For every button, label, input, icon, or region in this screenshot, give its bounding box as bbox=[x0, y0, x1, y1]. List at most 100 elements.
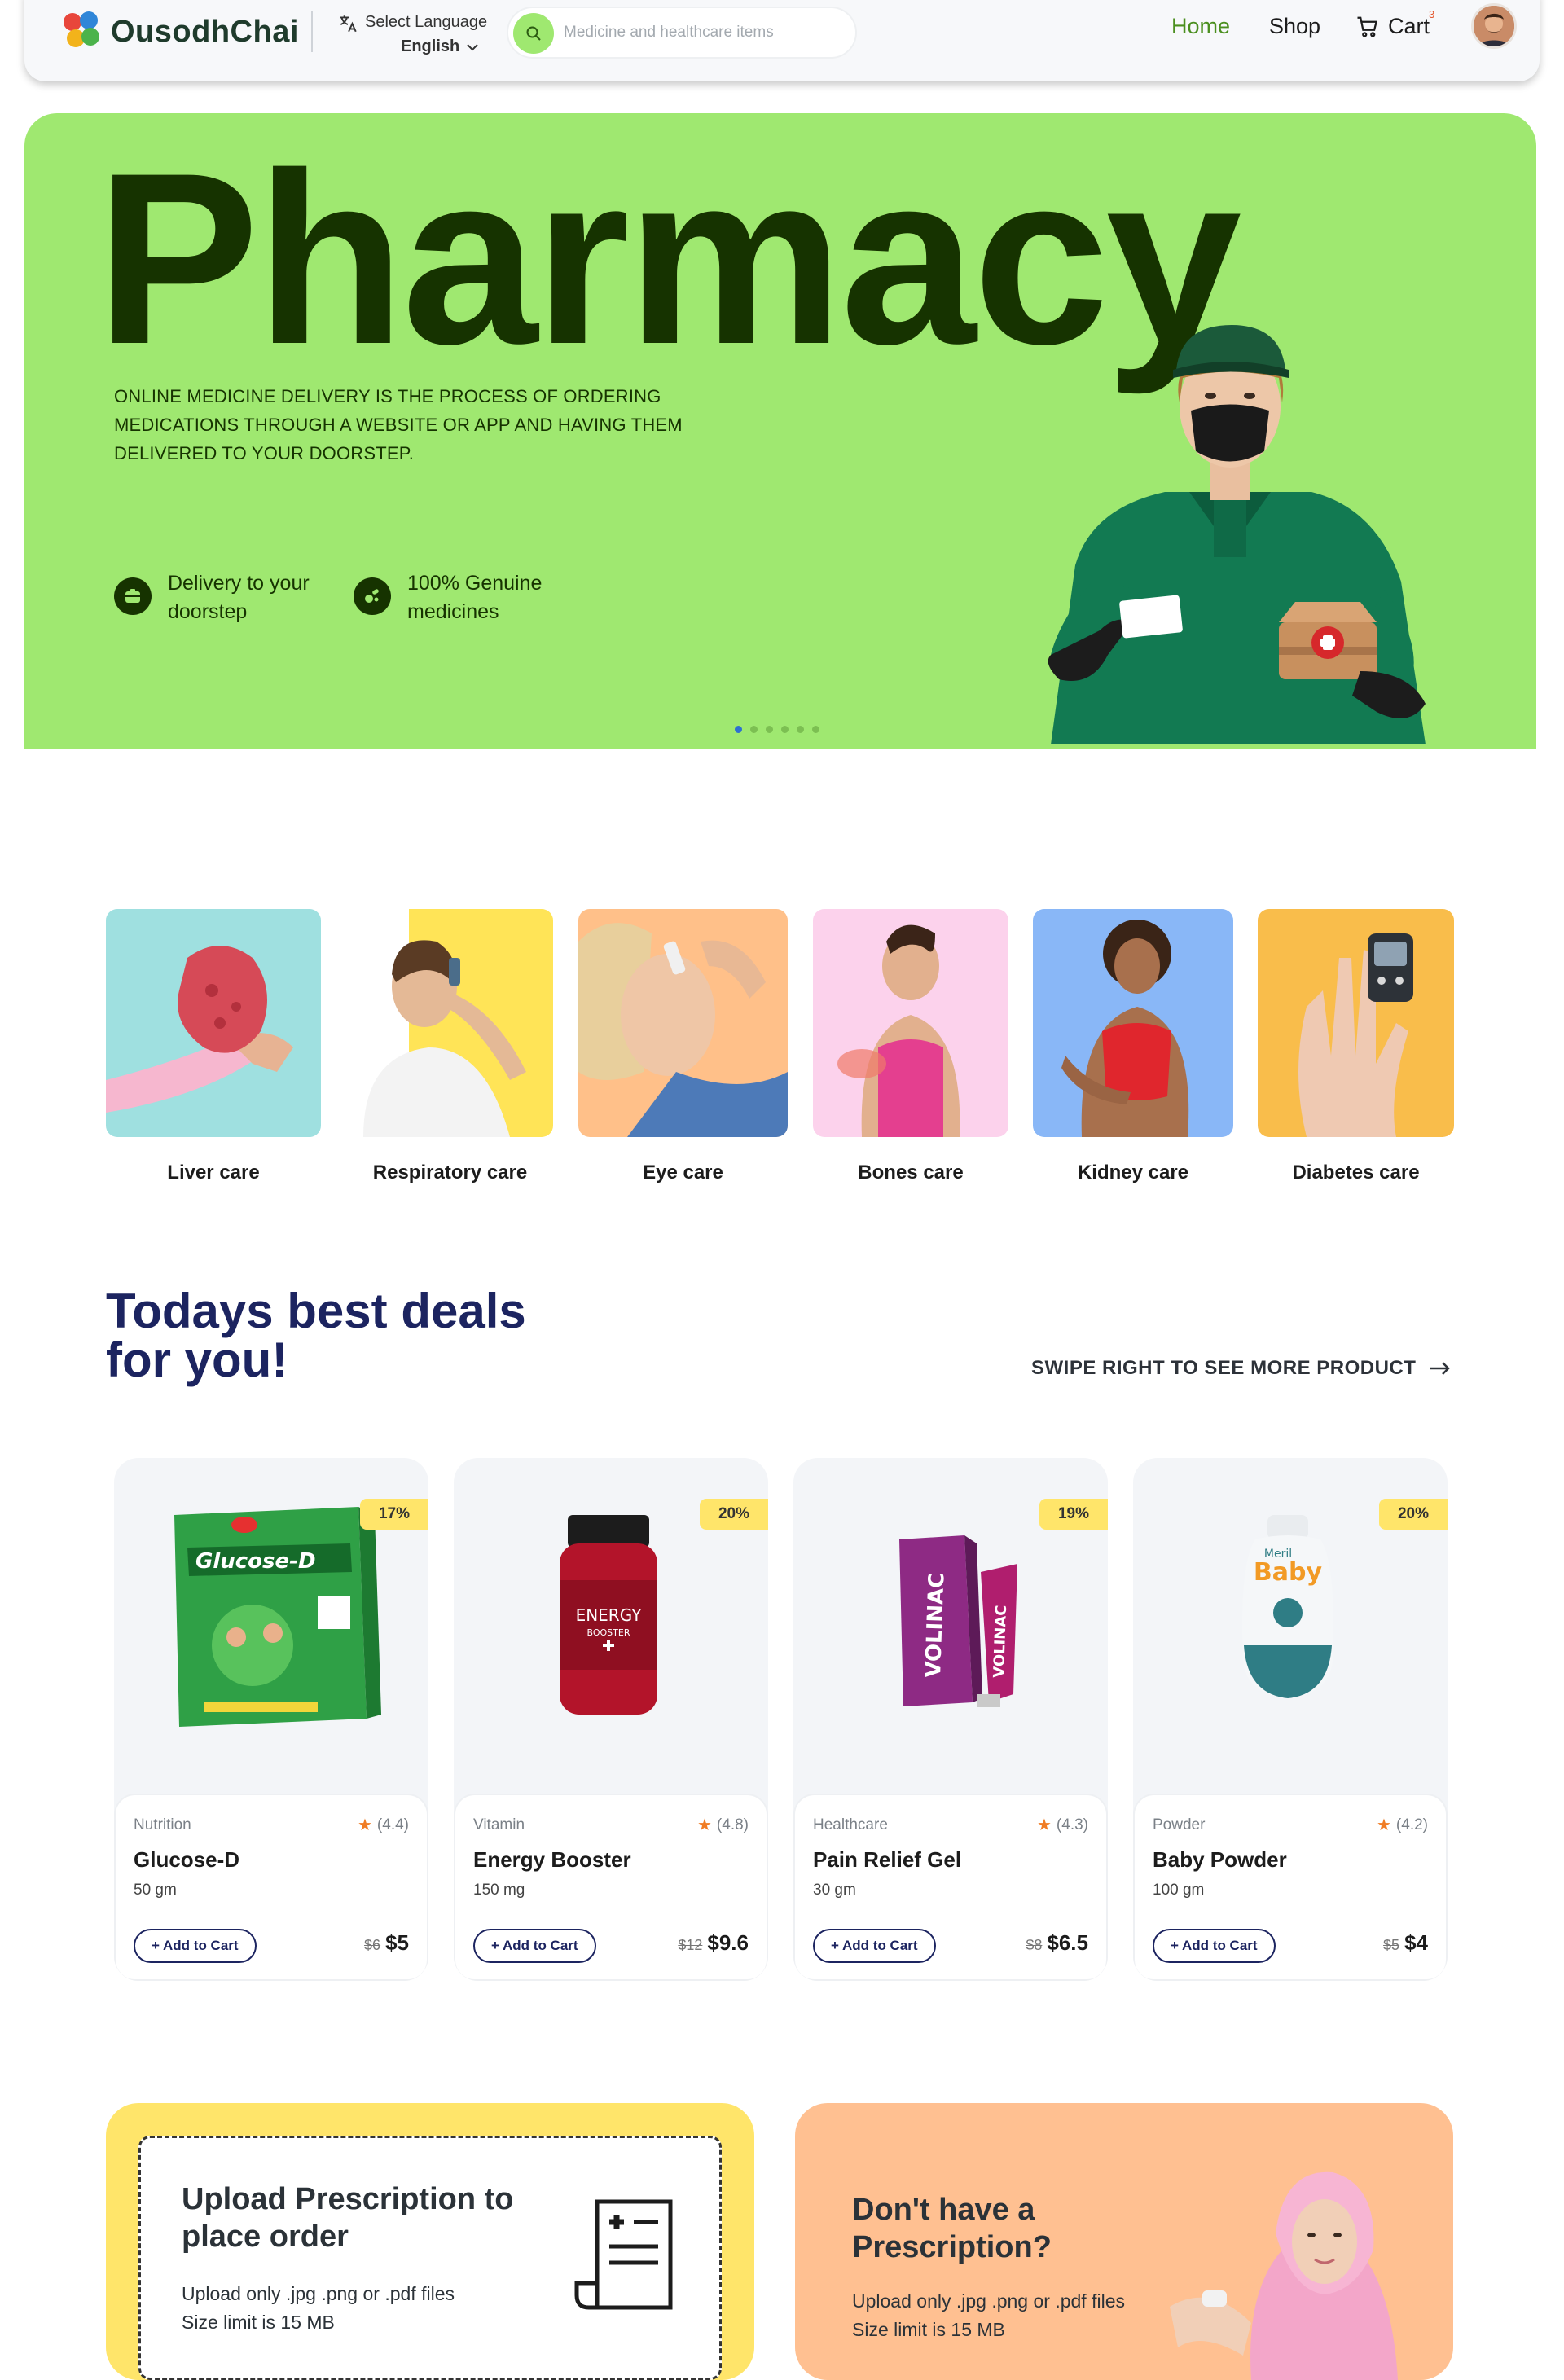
carousel-dot[interactable] bbox=[781, 726, 789, 733]
pills-icon bbox=[354, 577, 391, 615]
svg-text:Baby: Baby bbox=[1254, 1558, 1323, 1587]
category-kidney-care[interactable]: Kidney care bbox=[1033, 909, 1233, 1184]
product-rating: ★ (4.3) bbox=[1037, 1815, 1088, 1835]
star-icon: ★ bbox=[696, 1816, 712, 1834]
swipe-hint[interactable]: SWIPE RIGHT TO SEE MORE PRODUCT bbox=[1031, 1357, 1452, 1380]
carousel-dot[interactable] bbox=[750, 726, 758, 733]
cart-label: Cart bbox=[1388, 14, 1430, 38]
rating-value: (4.3) bbox=[1056, 1816, 1088, 1833]
chevron-down-icon bbox=[467, 44, 478, 51]
carousel-dot[interactable] bbox=[797, 726, 804, 733]
liver-model-icon bbox=[106, 946, 293, 1113]
new-price: $6.5 bbox=[1047, 1930, 1088, 1955]
avatar-portrait-icon bbox=[1474, 6, 1514, 46]
product-price: $6 $5 bbox=[364, 1930, 409, 1956]
upload-desc-formats: Upload only .jpg .png or .pdf files bbox=[182, 2283, 455, 2304]
user-avatar[interactable] bbox=[1471, 3, 1517, 49]
nav-shop[interactable]: Shop bbox=[1269, 14, 1320, 39]
svg-text:Glucose-D: Glucose-D bbox=[196, 1549, 316, 1574]
nav-cart[interactable]: Cart bbox=[1355, 14, 1430, 39]
no-prescription-desc-size: Size limit is 15 MB bbox=[852, 2319, 1005, 2340]
rating-value: (4.8) bbox=[716, 1816, 749, 1833]
delivery-icon bbox=[114, 577, 152, 615]
arrow-right-icon bbox=[1430, 1362, 1451, 1375]
hero-banner: Pharmacy ONLINE MEDICINE DELIVERY IS THE… bbox=[24, 113, 1536, 749]
product-price: $5 $4 bbox=[1383, 1930, 1428, 1956]
add-to-cart-button[interactable]: + Add to Cart bbox=[1153, 1929, 1276, 1963]
upload-title: Upload Prescription to place order bbox=[182, 2182, 514, 2254]
svg-text:VOLINAC: VOLINAC bbox=[921, 1572, 949, 1678]
brand-logo[interactable]: OusodhChai bbox=[64, 11, 299, 52]
category-label: Kidney care bbox=[1077, 1161, 1189, 1183]
product-card[interactable]: ENERGY BOOSTER 20% Vitamin ★ (4.8) Energy… bbox=[454, 1458, 768, 1981]
delivery-person-illustration bbox=[1048, 325, 1426, 744]
bones-person-icon bbox=[837, 924, 960, 1137]
product-category: Vitamin bbox=[473, 1816, 525, 1833]
feature-genuine: 100% Genuine medicines bbox=[354, 569, 570, 626]
category-image bbox=[1033, 909, 1233, 1137]
no-prescription-desc-formats: Upload only .jpg .png or .pdf files bbox=[852, 2290, 1125, 2312]
language-selector[interactable]: Select Language English bbox=[337, 8, 525, 57]
product-name: Pain Relief Gel bbox=[813, 1847, 962, 1872]
svg-text:VOLINAC: VOLINAC bbox=[991, 1605, 1010, 1678]
new-price: $5 bbox=[385, 1930, 409, 1955]
nav-home[interactable]: Home bbox=[1171, 14, 1230, 39]
new-price: $9.6 bbox=[707, 1930, 749, 1955]
discount-badge: 20% bbox=[1379, 1499, 1448, 1530]
no-prescription-card[interactable]: Don't have a Prescription? Upload only .… bbox=[795, 2103, 1453, 2380]
product-info: Nutrition ★ (4.4) Glucose-D 50 gm + Add t… bbox=[114, 1794, 428, 1981]
category-label: Liver care bbox=[167, 1161, 260, 1183]
add-to-cart-button[interactable]: + Add to Cart bbox=[813, 1929, 936, 1963]
old-price: $6 bbox=[364, 1937, 381, 1953]
glucometer-hand-icon bbox=[1298, 933, 1413, 1137]
discount-badge: 20% bbox=[700, 1499, 768, 1530]
upload-dropzone[interactable]: Upload Prescription to place order Uploa… bbox=[138, 2136, 722, 2380]
search-input[interactable] bbox=[564, 20, 841, 46]
product-card[interactable]: Baby Meril 20% Powder ★ (4.2) Baby Powder… bbox=[1133, 1458, 1448, 1981]
svg-text:BOOSTER: BOOSTER bbox=[587, 1627, 630, 1638]
old-price: $12 bbox=[678, 1937, 703, 1953]
product-size: 30 gm bbox=[813, 1882, 856, 1899]
product-card[interactable]: Glucose-D 17% Nutrition ★ (4.4) Glucose-D… bbox=[114, 1458, 428, 1981]
inhaler-person-icon bbox=[363, 940, 526, 1137]
top-navbar: OusodhChai Select Language English Home … bbox=[24, 0, 1540, 81]
new-price: $4 bbox=[1404, 1930, 1428, 1955]
swipe-hint-label: SWIPE RIGHT TO SEE MORE PRODUCT bbox=[1031, 1357, 1417, 1379]
product-rating: ★ (4.4) bbox=[358, 1815, 409, 1835]
prescription-doc-icon bbox=[574, 2199, 673, 2310]
product-size: 50 gm bbox=[134, 1882, 177, 1899]
category-bones-care[interactable]: Bones care bbox=[813, 909, 1008, 1184]
no-prescription-title: Don't have a Prescription? bbox=[852, 2193, 1052, 2264]
carousel-dot[interactable] bbox=[766, 726, 773, 733]
category-label: Respiratory care bbox=[372, 1161, 528, 1183]
hero-description: ONLINE MEDICINE DELIVERY IS THE PROCESS … bbox=[114, 386, 683, 463]
discount-badge: 19% bbox=[1039, 1499, 1108, 1530]
feature-delivery-label: Delivery to your doorstep bbox=[168, 572, 310, 623]
product-price: $8 $6.5 bbox=[1026, 1930, 1088, 1956]
category-liver-care[interactable]: Liver care bbox=[106, 909, 321, 1184]
product-name: Glucose-D bbox=[134, 1847, 240, 1872]
product-card[interactable]: VOLINAC VOLINAC 19% Healthcare ★ (4.3) Pa… bbox=[793, 1458, 1108, 1981]
category-respiratory-care[interactable]: Respiratory care bbox=[347, 909, 553, 1184]
category-image bbox=[1258, 909, 1454, 1137]
upload-prescription-card[interactable]: Upload Prescription to place order Uploa… bbox=[106, 2103, 754, 2380]
category-image bbox=[578, 909, 788, 1137]
add-to-cart-button[interactable]: + Add to Cart bbox=[134, 1929, 257, 1963]
add-to-cart-button[interactable]: + Add to Cart bbox=[473, 1929, 596, 1963]
category-image bbox=[347, 909, 553, 1137]
search-button[interactable] bbox=[513, 13, 554, 54]
carousel-dot[interactable] bbox=[735, 726, 742, 733]
product-info: Vitamin ★ (4.8) Energy Booster 150 mg + A… bbox=[454, 1794, 768, 1981]
carousel-dot[interactable] bbox=[812, 726, 819, 733]
deals-title: Todays best deals for you! bbox=[106, 1284, 526, 1387]
woman-hijab-illustration bbox=[1170, 2171, 1398, 2380]
svg-text:ENERGY: ENERGY bbox=[576, 1605, 643, 1625]
star-icon: ★ bbox=[1036, 1816, 1052, 1834]
product-category: Nutrition bbox=[134, 1816, 191, 1833]
category-diabetes-care[interactable]: Diabetes care bbox=[1258, 909, 1454, 1184]
category-eye-care[interactable]: Eye care bbox=[578, 909, 788, 1184]
language-value: English bbox=[401, 37, 460, 55]
star-icon: ★ bbox=[1376, 1816, 1391, 1834]
product-category: Healthcare bbox=[813, 1816, 888, 1833]
cart-icon bbox=[1357, 16, 1378, 37]
